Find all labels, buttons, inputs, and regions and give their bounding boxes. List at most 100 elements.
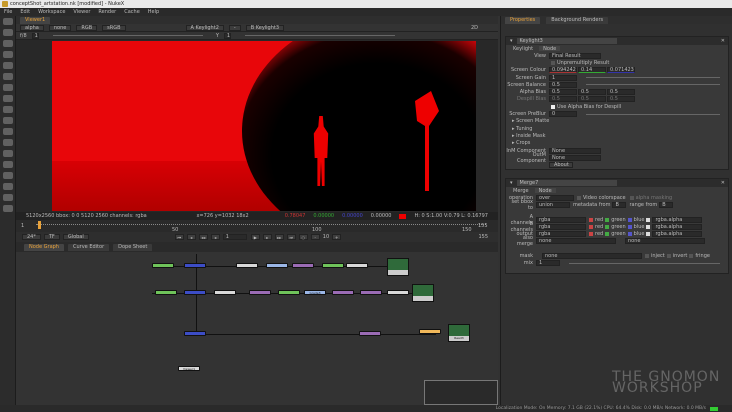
output-dropdown[interactable]: rgba xyxy=(536,231,586,238)
red-checkbox[interactable] xyxy=(589,224,593,229)
screen-colour-r[interactable]: 0.094242 xyxy=(549,67,577,74)
red-checkbox[interactable] xyxy=(589,232,593,237)
bbox-dropdown[interactable]: union xyxy=(536,201,570,208)
also-merge-dropdown[interactable]: none xyxy=(536,238,616,245)
alpha-checkbox[interactable] xyxy=(646,224,651,229)
screen-colour-b[interactable]: 0.071423 xyxy=(607,67,635,74)
collapse-icon[interactable]: ▾ xyxy=(510,180,513,186)
next-frame-icon[interactable]: ▸ xyxy=(262,234,272,240)
frame-field[interactable]: 1 xyxy=(222,234,247,240)
gain-slider[interactable] xyxy=(52,35,203,36)
furnace-tool-icon[interactable] xyxy=(3,183,13,190)
colorspace-dropdown[interactable]: sRGB xyxy=(102,24,126,31)
range-dropdown[interactable]: B xyxy=(659,201,674,208)
read3-node[interactable]: Read3 xyxy=(448,324,470,342)
end-frame[interactable]: 155 xyxy=(478,234,488,240)
group-tuning[interactable]: ▸ Tuning xyxy=(506,125,728,132)
menu-file[interactable]: File xyxy=(4,9,12,15)
fringe-checkbox[interactable] xyxy=(689,254,694,259)
channel-dropdown[interactable]: alpha xyxy=(20,24,44,31)
inject-checkbox[interactable] xyxy=(645,254,649,259)
gain-field[interactable]: 1 xyxy=(31,32,39,39)
menu-render[interactable]: Render xyxy=(98,9,116,15)
display-dropdown[interactable]: RGB xyxy=(76,24,98,31)
gamma-field[interactable]: 1 xyxy=(223,32,232,39)
node-name-field[interactable]: Merge7 xyxy=(516,180,617,186)
node[interactable] xyxy=(346,263,368,268)
ocula-tool-icon[interactable] xyxy=(3,194,13,201)
menu-workspace[interactable]: Workspace xyxy=(38,9,65,15)
screen-colour-g[interactable]: 0.14 xyxy=(578,67,606,74)
screen-balance-field[interactable]: 0.5 xyxy=(549,81,577,88)
menu-help[interactable]: Help xyxy=(148,9,159,15)
blue-checkbox[interactable] xyxy=(627,232,632,237)
inc-increment-icon[interactable]: + xyxy=(332,234,342,240)
tab-properties[interactable]: Properties xyxy=(505,16,541,24)
view-mode[interactable]: 2D xyxy=(471,25,478,31)
range-dropdown[interactable]: Global xyxy=(62,234,89,240)
green-checkbox[interactable] xyxy=(605,232,610,237)
about-button[interactable]: About xyxy=(549,162,573,169)
red-checkbox[interactable] xyxy=(589,217,593,222)
also-merge-dropdown-2[interactable]: none xyxy=(625,238,705,245)
other-tool-icon[interactable] xyxy=(3,172,13,179)
timeline[interactable]: 1 50 100 150 155 xyxy=(16,220,498,233)
alpha-checkbox[interactable] xyxy=(646,217,651,222)
node[interactable] xyxy=(278,290,300,295)
last-frame-icon[interactable]: ⏭ xyxy=(286,234,296,240)
invert-checkbox[interactable] xyxy=(666,254,671,259)
gamma-slider[interactable] xyxy=(245,35,396,36)
alpha-bias-r[interactable]: 0.5 xyxy=(549,89,577,96)
keyer-tool-icon[interactable] xyxy=(3,84,13,91)
alpha-masking-checkbox[interactable] xyxy=(629,195,634,200)
node[interactable] xyxy=(184,331,206,336)
a-channels-dropdown[interactable]: rgba xyxy=(536,216,586,223)
mix-field[interactable]: 1 xyxy=(536,260,560,267)
tab-curve-editor[interactable]: Curve Editor xyxy=(67,243,110,251)
color-tool-icon[interactable] xyxy=(3,62,13,69)
views-tool-icon[interactable] xyxy=(3,128,13,135)
screen-gain-slider[interactable] xyxy=(586,77,720,79)
toolsets-tool-icon[interactable] xyxy=(3,161,13,168)
tab-keylight[interactable]: Keylight xyxy=(509,46,538,52)
viewer1-node[interactable]: Viewer1 xyxy=(178,366,200,371)
node[interactable] xyxy=(322,263,344,268)
group-crops[interactable]: ▸ Crops xyxy=(506,140,728,147)
read-node[interactable] xyxy=(387,258,409,276)
b-channels-dropdown[interactable]: rgba xyxy=(536,223,586,230)
despill-bias-g[interactable]: 0.5 xyxy=(578,96,606,103)
tab-node-graph[interactable]: Node Graph xyxy=(24,243,64,251)
tab-dope-sheet[interactable]: Dope Sheet xyxy=(113,243,153,251)
draw-tool-icon[interactable] xyxy=(3,29,13,36)
next-inc-icon[interactable]: ▸▸ xyxy=(274,234,284,240)
dec-increment-icon[interactable]: - xyxy=(310,234,320,240)
node[interactable] xyxy=(152,263,174,268)
alpha-checkbox[interactable] xyxy=(646,232,651,237)
use-alpha-bias-checkbox[interactable] xyxy=(551,104,555,109)
input-a-dropdown[interactable]: A Keylight2 xyxy=(185,24,224,31)
merge-tool-icon[interactable] xyxy=(3,95,13,102)
metadata-dropdown[interactable]: B xyxy=(612,201,627,208)
outm-dropdown[interactable]: None xyxy=(549,154,601,161)
node-graph[interactable]: Grade3 Read3 Viewer1 xyxy=(16,252,498,405)
node[interactable] xyxy=(332,290,354,295)
image-tool-icon[interactable] xyxy=(3,18,13,25)
close-panel-icon[interactable]: ✕ xyxy=(721,38,725,44)
view-dropdown[interactable]: Final Result xyxy=(549,52,601,59)
loop-icon[interactable]: ○ xyxy=(298,234,308,240)
play-icon[interactable]: ▶ xyxy=(250,234,260,240)
alpha-bias-b[interactable]: 0.5 xyxy=(607,89,635,96)
node[interactable] xyxy=(184,263,206,268)
keylight-node[interactable] xyxy=(419,329,441,334)
mask-dropdown[interactable]: none xyxy=(542,253,642,260)
mask-dropdown[interactable]: none xyxy=(48,24,72,31)
tab-viewer1[interactable]: Viewer1 xyxy=(20,16,51,24)
playhead[interactable] xyxy=(38,221,41,229)
node[interactable] xyxy=(266,263,288,268)
alpha-bias-g[interactable]: 0.5 xyxy=(578,89,606,96)
node-name-field[interactable]: Keylight3 xyxy=(516,38,617,44)
first-frame-icon[interactable]: ⏮ xyxy=(174,234,184,240)
node-graph-minimap[interactable] xyxy=(424,380,498,405)
prev-frame-icon[interactable]: ◂ xyxy=(210,234,220,240)
3d-tool-icon[interactable] xyxy=(3,117,13,124)
